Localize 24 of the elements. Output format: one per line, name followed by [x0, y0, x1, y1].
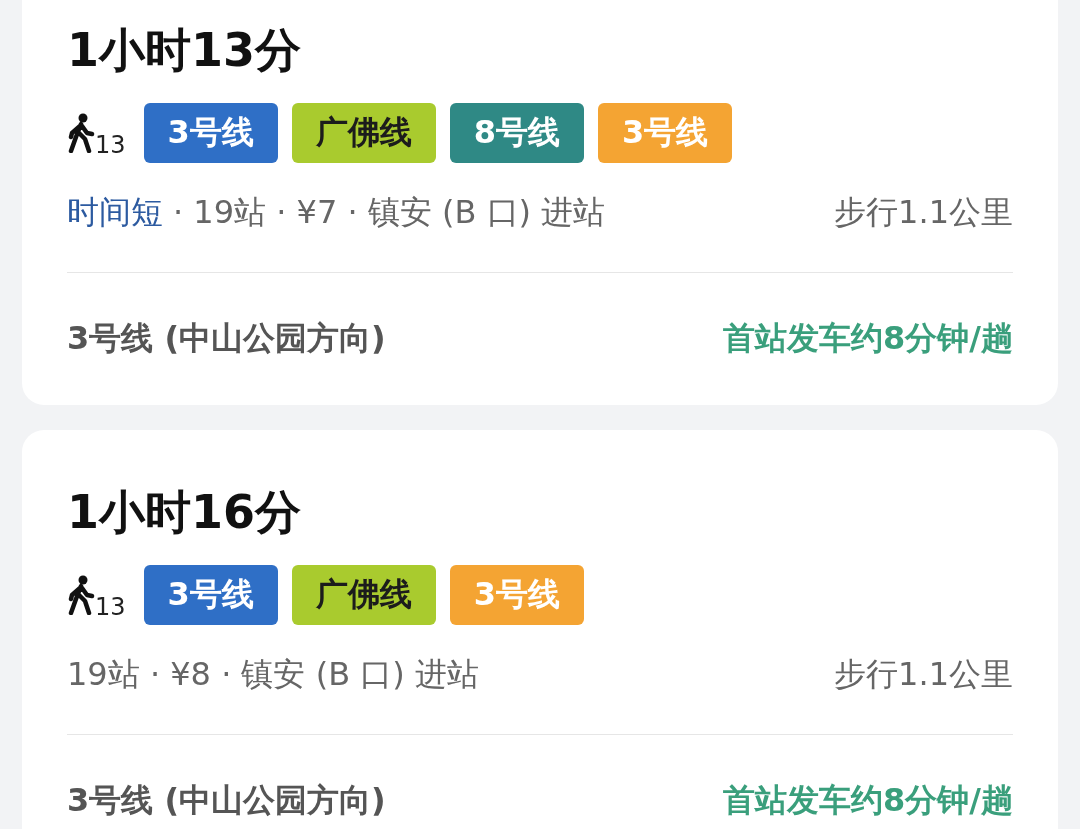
line-badge: 3号线 [143, 103, 278, 163]
walk-minutes: 13 [95, 593, 126, 621]
walk-minutes: 13 [95, 131, 126, 159]
line-badge: 广佛线 [291, 103, 436, 163]
departure-frequency: 首站发车约8分钟/趟 [723, 780, 1013, 821]
line-badge: 3号线 [598, 103, 733, 163]
first-line-direction: 3号线 (中山公园方向) [67, 780, 386, 821]
walk-distance: 步行1.1公里 [834, 192, 1013, 233]
line-badge: 8号线 [449, 103, 585, 163]
walking-icon [67, 113, 95, 153]
route-card[interactable]: 1小时13分 13 3号线 广佛线 8号线 3号线 时间短 · 19站 · ¥7 · 镇安 (B 口) 进站 步行1.1公里 3号线 (中山公园方向) 首站发车约8分钟/趟 [22, 0, 1058, 405]
line-badge: 3号线 [143, 565, 278, 625]
route-duration: 1小时16分 [67, 484, 303, 541]
first-line-direction: 3号线 (中山公园方向) [67, 318, 386, 359]
walking-icon [67, 575, 95, 615]
line-badge: 广佛线 [291, 565, 436, 625]
route-summary: 19站 · ¥8 · 镇安 (B 口) 进站 [67, 654, 479, 695]
line-badge: 3号线 [449, 565, 585, 625]
walk-distance: 步行1.1公里 [834, 654, 1013, 695]
route-summary: · 19站 · ¥7 · 镇安 (B 口) 进站 [173, 192, 606, 233]
departure-frequency: 首站发车约8分钟/趟 [723, 318, 1013, 359]
route-duration: 1小时13分 [67, 22, 303, 79]
route-tag: 时间短 [67, 191, 163, 235]
route-card[interactable]: 1小时16分 13 3号线 广佛线 3号线 19站 · ¥8 · 镇安 (B 口) 进站 步行1.1公里 3号线 (中山公园方向) 首站发车约8分钟/趟 [22, 430, 1058, 829]
